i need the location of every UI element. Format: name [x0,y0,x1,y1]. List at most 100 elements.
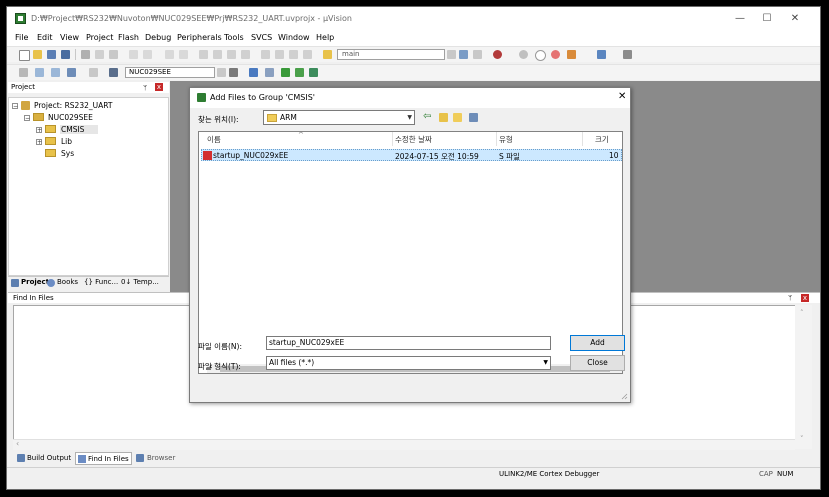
expand-cmsis-icon[interactable]: + [36,127,42,134]
select-packs-icon[interactable] [295,68,304,77]
add-button[interactable]: Add [570,335,625,351]
paste-icon[interactable] [109,50,118,59]
menu-window[interactable]: Window [278,33,310,42]
cut-icon[interactable] [81,50,90,59]
menu-help[interactable]: Help [316,33,334,42]
rebuild-icon[interactable] [51,68,60,77]
close-find-panel-icon[interactable]: x [801,294,809,302]
menu-edit[interactable]: Edit [37,33,53,42]
incremental-find-icon[interactable] [473,50,482,59]
next-bookmark-icon[interactable] [227,50,236,59]
column-size[interactable]: 크기 [595,134,609,145]
tree-target[interactable]: NUC029SEE [48,113,93,122]
collapse-target-icon[interactable]: − [24,115,30,122]
menu-project[interactable]: Project [86,33,113,42]
column-divider[interactable] [582,132,583,146]
column-divider[interactable] [496,132,497,146]
open-file-icon[interactable] [33,50,42,59]
prev-bookmark-icon[interactable] [213,50,222,59]
filename-input[interactable]: startup_NUC029xEE [266,336,551,350]
manage-rte-icon[interactable] [309,68,318,77]
tree-project-root[interactable]: Project: RS232_UART [34,101,112,110]
tab-find-in-files-active[interactable]: Find In Files [75,452,132,465]
configure-icon[interactable] [623,50,632,59]
close-project-panel-icon[interactable]: x [155,83,163,91]
unindent-icon[interactable] [275,50,284,59]
window-layout-icon[interactable] [597,50,606,59]
pack-installer-icon[interactable] [281,68,290,77]
scroll-down-icon[interactable]: ˅ [800,435,804,443]
stop-build-icon[interactable] [89,68,98,77]
comment-icon[interactable] [289,50,298,59]
batch-build-icon[interactable] [67,68,76,77]
new-file-icon[interactable] [19,50,30,61]
tree-group-sys[interactable]: Sys [61,149,74,158]
copy-icon[interactable] [95,50,104,59]
manage-project-icon[interactable] [249,68,258,77]
expand-lib-icon[interactable]: + [36,139,42,146]
target-select[interactable]: NUC029SEE [125,67,215,78]
kill-breakpoints-icon[interactable] [551,50,560,59]
look-in-select[interactable]: ARM ▼ [263,110,415,125]
collapse-root-icon[interactable]: − [12,103,18,110]
find-combo-dropdown-icon[interactable] [447,50,456,59]
uncomment-icon[interactable] [303,50,312,59]
download-icon[interactable] [109,68,118,77]
column-name[interactable]: 이름 [207,134,221,145]
nav-back-icon[interactable] [165,50,174,59]
scroll-up-icon[interactable]: ˄ [800,309,804,317]
tab-project[interactable]: Project [21,278,49,286]
undo-icon[interactable] [129,50,138,59]
close-button[interactable]: Close [570,355,625,371]
tab-functions[interactable]: {} Func... [84,278,118,286]
save-icon[interactable] [47,50,56,59]
file-extensions-icon[interactable] [265,68,274,77]
up-folder-icon[interactable] [439,113,448,122]
disable-breakpoint-icon[interactable] [535,50,546,61]
menu-debug[interactable]: Debug [145,33,171,42]
dialog-close-icon[interactable]: ✕ [618,91,626,102]
column-date-modified[interactable]: 수정한 날짜 [395,134,432,145]
breakpoints-window-icon[interactable] [567,50,576,59]
column-divider[interactable] [392,132,393,146]
file-row[interactable]: startup_NUC029xEE 2024-07-15 오전 10:59 S … [201,149,622,161]
tab-templates[interactable]: 0↓ Temp... [121,278,159,286]
find-combo[interactable]: main [337,49,445,60]
bookmark-icon[interactable] [199,50,208,59]
redo-icon[interactable] [143,50,152,59]
target-options-icon[interactable] [229,68,238,77]
indent-icon[interactable] [261,50,270,59]
scroll-left-icon[interactable]: ‹ [16,439,19,448]
tab-build-output[interactable]: Build Output [27,452,71,465]
debug-session-icon[interactable] [493,50,502,59]
pin-icon[interactable]: ᛘ [788,294,792,302]
view-menu-icon[interactable] [469,113,478,122]
new-folder-icon[interactable] [453,113,462,122]
menu-view[interactable]: View [60,33,79,42]
tree-group-lib[interactable]: Lib [61,137,72,146]
minimize-button[interactable]: — [725,11,755,27]
filetype-select[interactable]: All files (*.*) ▼ [266,356,551,370]
clear-bookmarks-icon[interactable] [241,50,250,59]
menu-file[interactable]: File [15,33,28,42]
find-vertical-scrollbar[interactable]: ˄ ˅ [795,305,812,449]
menu-tools[interactable]: Tools [224,33,244,42]
resize-grip-icon[interactable] [621,393,628,400]
menu-flash[interactable]: Flash [118,33,139,42]
menu-peripherals[interactable]: Peripherals [177,33,222,42]
close-window-button[interactable]: ✕ [780,11,810,27]
nav-forward-icon[interactable] [179,50,188,59]
find-in-files-icon[interactable] [323,50,332,59]
tab-browser[interactable]: Browser [147,452,175,465]
pin-icon[interactable]: ᛘ [143,83,147,94]
maximize-button[interactable]: ☐ [752,11,782,27]
translate-icon[interactable] [19,68,28,77]
find-horizontal-scrollbar[interactable]: ‹ [13,439,795,450]
build-icon[interactable] [35,68,44,77]
find-icon[interactable] [459,50,468,59]
back-icon[interactable]: ⇦ [423,111,431,122]
tab-books[interactable]: Books [57,278,78,286]
save-all-icon[interactable] [61,50,70,59]
column-type[interactable]: 유형 [499,134,513,145]
target-dropdown-icon[interactable] [217,68,226,77]
